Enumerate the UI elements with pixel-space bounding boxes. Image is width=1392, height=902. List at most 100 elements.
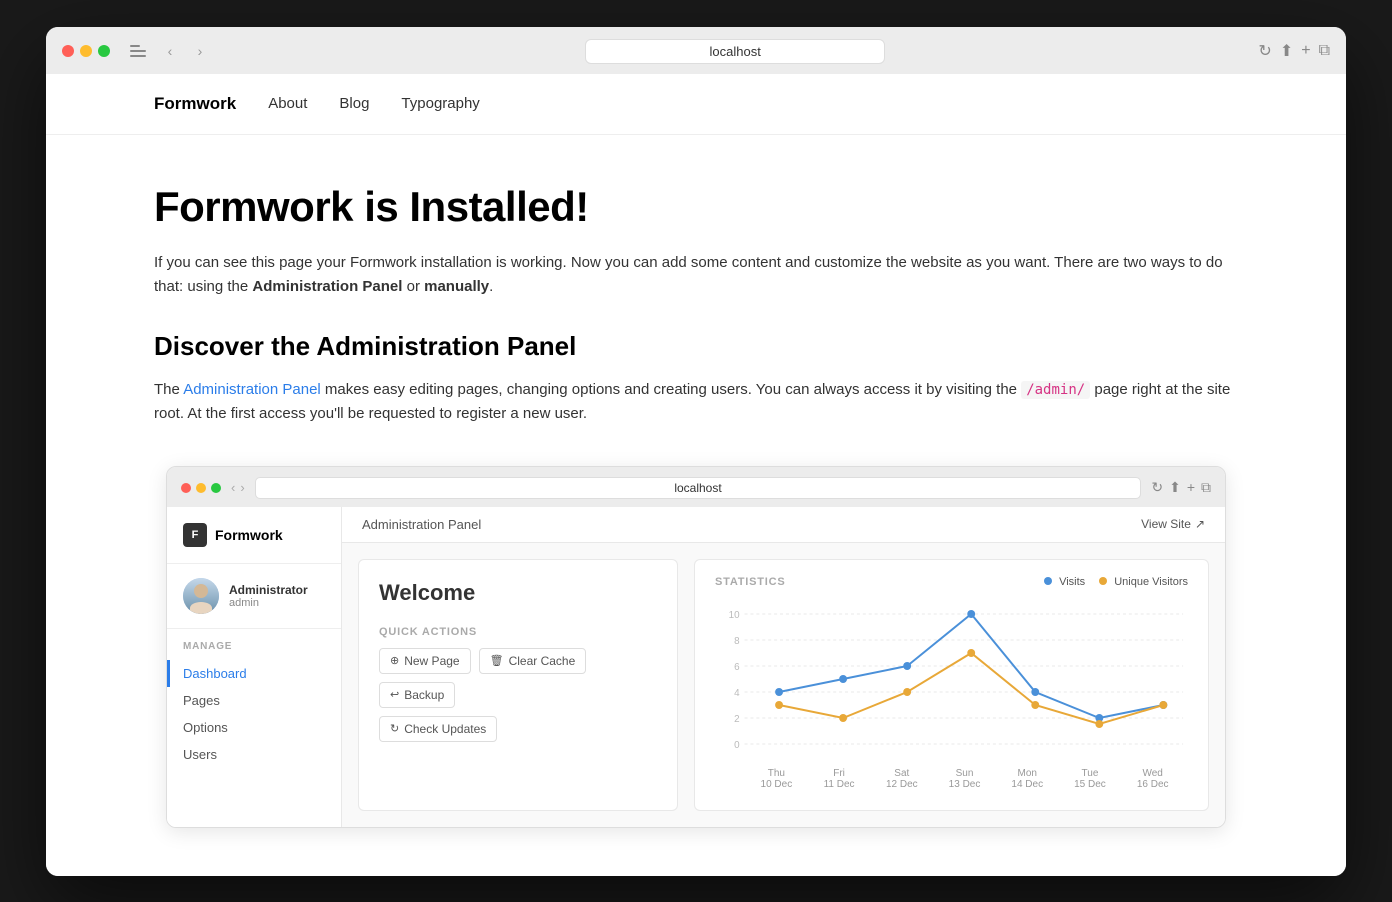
reload-icon[interactable]: ↻: [1258, 41, 1271, 61]
inner-newtab-icon: +: [1187, 479, 1195, 496]
sidebar-item-pages[interactable]: Pages: [183, 687, 325, 714]
admin-menu-section: MANAGE Dashboard Pages Options Users: [167, 629, 341, 772]
visits-dot-sun: [967, 610, 975, 618]
inner-address-bar: localhost: [255, 477, 1142, 499]
close-button[interactable]: [62, 45, 74, 57]
label-tue: Tue15 Dec: [1059, 768, 1122, 790]
unique-dot-tue: [1095, 720, 1103, 728]
unique-dot: [1099, 577, 1107, 585]
admin-role: admin: [229, 597, 308, 609]
label-sat: Sat12 Dec: [870, 768, 933, 790]
stats-title: STATISTICS: [715, 576, 786, 588]
stats-legend: Visits Unique Visitors: [1044, 576, 1188, 588]
inner-share-icon: ⬆: [1169, 479, 1181, 496]
svg-text:10: 10: [729, 609, 740, 620]
quick-actions-label: QUICK ACTIONS: [379, 626, 657, 638]
statistics-chart: 10 8 6 4 2 0: [715, 604, 1188, 764]
statistics-card: STATISTICS Visits Unique Vis: [694, 559, 1209, 811]
maximize-button[interactable]: [98, 45, 110, 57]
inner-tabs-icon: ⧉: [1201, 479, 1211, 496]
quick-actions-row2: ↻ Check Updates: [379, 716, 657, 742]
backup-button[interactable]: ↩ Backup: [379, 682, 455, 708]
admin-body: Welcome QUICK ACTIONS ⊕ New Page 🗑: [342, 543, 1225, 827]
nav-about[interactable]: About: [268, 95, 307, 112]
admin-main: Administration Panel View Site ↗ Welcome…: [342, 507, 1225, 827]
visits-dot-fri: [839, 675, 847, 683]
unique-dot-wed: [1159, 701, 1167, 709]
visits-dot-thu: [775, 688, 783, 696]
unique-dot-sat: [903, 688, 911, 696]
admin-logo-icon: F: [183, 523, 207, 547]
address-bar[interactable]: localhost: [585, 39, 885, 64]
visits-dot-mon: [1031, 688, 1039, 696]
sidebar-toggle-icon[interactable]: [130, 45, 146, 57]
unique-dot-mon: [1031, 701, 1039, 709]
unique-legend: Unique Visitors: [1099, 576, 1188, 588]
inner-browser-chrome: ‹ › localhost ↻ ⬆ + ⧉: [167, 467, 1225, 507]
site-navigation: Formwork About Blog Typography: [46, 74, 1346, 135]
svg-text:0: 0: [734, 739, 740, 750]
admin-header: Administration Panel View Site ↗: [342, 507, 1225, 543]
forward-button[interactable]: ›: [188, 39, 212, 63]
inner-reload-icon: ↻: [1151, 479, 1163, 496]
site-main: Formwork is Installed! If you can see th…: [46, 135, 1346, 876]
unique-dot-sun: [967, 649, 975, 657]
check-updates-button[interactable]: ↻ Check Updates: [379, 716, 497, 742]
inner-browser-window: ‹ › localhost ↻ ⬆ + ⧉: [166, 466, 1226, 828]
chart-container: 10 8 6 4 2 0: [715, 604, 1188, 764]
external-link-icon: ↗: [1195, 517, 1205, 531]
unique-dot-fri: [839, 714, 847, 722]
trash-icon: 🗑: [490, 654, 504, 667]
browser-window: ‹ › localhost ↻ ⬆ + ⧉ Formwork About Blo…: [46, 27, 1346, 876]
browser-actions: ↻ ⬆ + ⧉: [1258, 41, 1330, 61]
sidebar-item-dashboard[interactable]: Dashboard: [167, 660, 325, 687]
desc-paragraph: The Administration Panel makes easy edit…: [154, 378, 1234, 426]
intro-paragraph: If you can see this page your Formwork i…: [154, 251, 1234, 299]
label-sun: Sun13 Dec: [933, 768, 996, 790]
website-content: Formwork About Blog Typography Formwork …: [46, 74, 1346, 876]
svg-text:8: 8: [734, 635, 740, 646]
sidebar-item-users[interactable]: Users: [183, 741, 325, 768]
traffic-lights: [62, 45, 110, 57]
label-fri: Fri11 Dec: [808, 768, 871, 790]
inner-minimize-button: [196, 483, 206, 493]
admin-username: Administrator: [229, 583, 308, 597]
view-site-link[interactable]: View Site ↗: [1141, 517, 1205, 531]
admin-panel-link[interactable]: Administration Panel: [183, 381, 321, 398]
plus-icon: ⊕: [390, 654, 399, 667]
nav-blog[interactable]: Blog: [339, 95, 369, 112]
inner-forward-icon: ›: [240, 480, 244, 495]
minimize-button[interactable]: [80, 45, 92, 57]
browser-nav: ‹ ›: [158, 39, 212, 63]
site-logo[interactable]: Formwork: [154, 94, 236, 114]
clear-cache-button[interactable]: 🗑 Clear Cache: [479, 648, 587, 674]
welcome-title: Welcome: [379, 580, 657, 606]
inner-maximize-button: [211, 483, 221, 493]
visits-dot: [1044, 577, 1052, 585]
inner-back-icon: ‹: [231, 480, 235, 495]
admin-panel-title: Administration Panel: [362, 517, 481, 532]
refresh-icon: ↻: [390, 722, 399, 735]
svg-text:2: 2: [734, 713, 740, 724]
admin-user-section: Administrator admin: [167, 564, 341, 629]
admin-sidebar: F Formwork Administrator admin: [167, 507, 342, 827]
label-wed: Wed16 Dec: [1121, 768, 1184, 790]
admin-avatar: [183, 578, 219, 614]
new-page-button[interactable]: ⊕ New Page: [379, 648, 471, 674]
share-icon[interactable]: ⬆: [1280, 41, 1293, 61]
svg-text:6: 6: [734, 661, 740, 672]
welcome-card: Welcome QUICK ACTIONS ⊕ New Page 🗑: [358, 559, 678, 811]
admin-code: /admin/: [1021, 381, 1090, 399]
sidebar-item-options[interactable]: Options: [183, 714, 325, 741]
browser-chrome: ‹ › localhost ↻ ⬆ + ⧉: [46, 27, 1346, 74]
nav-typography[interactable]: Typography: [401, 95, 479, 112]
new-tab-icon[interactable]: +: [1301, 42, 1310, 60]
inner-browser-actions: ↻ ⬆ + ⧉: [1151, 479, 1211, 496]
manage-label: MANAGE: [183, 641, 325, 652]
svg-text:4: 4: [734, 687, 740, 698]
label-mon: Mon14 Dec: [996, 768, 1059, 790]
back-button[interactable]: ‹: [158, 39, 182, 63]
admin-panel: F Formwork Administrator admin: [167, 507, 1225, 827]
tabs-icon[interactable]: ⧉: [1319, 42, 1330, 60]
inner-close-button: [181, 483, 191, 493]
